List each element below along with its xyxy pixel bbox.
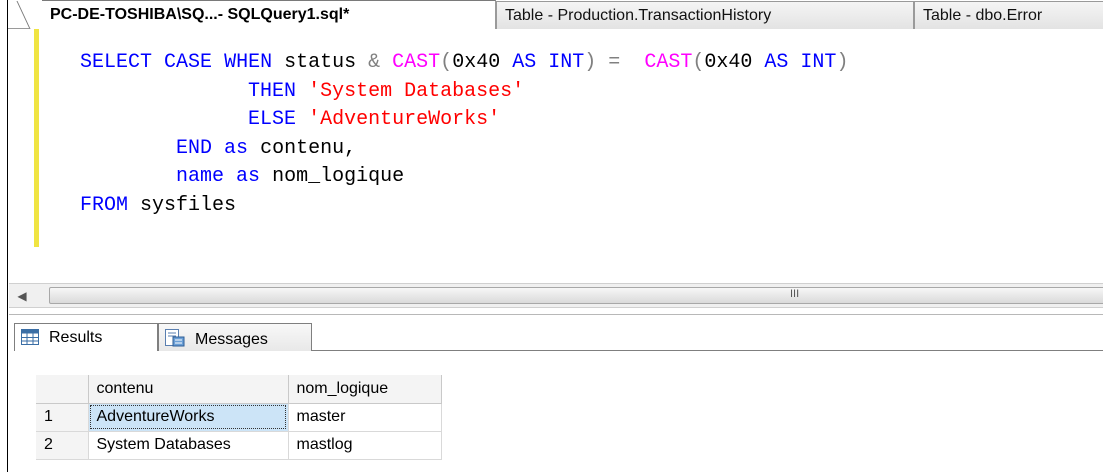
code-line-6: FROM sysfiles <box>80 194 236 217</box>
keyword: name <box>176 165 225 188</box>
code-line-1: SELECT CASE WHEN status & CAST(0x40 AS I… <box>80 51 848 74</box>
code-line-2: THEN 'System Databases' <box>80 80 524 103</box>
identifier: contenu, <box>260 136 357 160</box>
column-header-contenu[interactable]: contenu <box>88 375 289 404</box>
operator: & <box>368 51 381 74</box>
tab-messages[interactable]: Messages <box>158 323 312 351</box>
window-left-border <box>0 0 8 472</box>
change-tracking-bar <box>34 29 39 247</box>
function: CAST <box>392 51 441 74</box>
code-line-4: END as contenu, <box>80 137 356 160</box>
keyword: ELSE <box>248 108 297 131</box>
operator: ) <box>584 51 597 74</box>
literal: 0x40 <box>452 51 501 74</box>
messages-icon <box>165 329 185 352</box>
tab-label: PC-DE-TOSHIBA\SQ...- SQLQuery1.sql* <box>50 6 350 23</box>
result-tabs-divider <box>312 350 1103 351</box>
cell-contenu[interactable]: System Databases <box>88 431 289 460</box>
tab-sqlquery1[interactable]: PC-DE-TOSHIBA\SQ...- SQLQuery1.sql* <box>42 0 496 29</box>
messages-label: Messages <box>195 331 268 348</box>
row-number[interactable]: 1 <box>36 403 89 432</box>
tab-transaction-history[interactable]: Table - Production.TransactionHistory <box>496 1 914 29</box>
string: 'System Databases' <box>308 79 525 103</box>
tab-label: Table - Production.TransactionHistory <box>505 7 772 24</box>
identifier: status <box>284 51 357 74</box>
keyword: as <box>236 165 261 188</box>
cell-nom-logique[interactable]: master <box>288 403 442 432</box>
string: 'AdventureWorks' <box>308 108 501 131</box>
table-row: 2 System Databases mastlog <box>36 431 442 460</box>
identifier: nom_logique <box>272 165 405 188</box>
keyword: INT <box>548 51 585 74</box>
keyword: FROM <box>80 193 129 217</box>
operator: ) <box>836 51 849 74</box>
sql-code[interactable]: SELECT CASE WHEN status & CAST(0x40 AS I… <box>80 49 848 220</box>
keyword: CASE <box>164 51 213 74</box>
keyword: WHEN <box>224 51 273 74</box>
keyword: THEN <box>248 79 297 103</box>
identifier: sysfiles <box>140 193 237 217</box>
table-row: 1 AdventureWorks master <box>36 403 442 432</box>
scroll-thumb[interactable]: III <box>49 287 1103 304</box>
cell-contenu[interactable]: AdventureWorks <box>88 403 289 432</box>
keyword: AS <box>764 51 789 74</box>
tab-results[interactable]: Results <box>14 323 158 351</box>
operator: ( <box>692 51 705 74</box>
cell-nom-logique[interactable]: mastlog <box>288 431 442 460</box>
results-grid: contenu nom_logique 1 AdventureWorks mas… <box>36 375 442 460</box>
keyword: SELECT <box>80 51 153 74</box>
grid-icon <box>21 329 39 350</box>
code-line-5: name as nom_logique <box>80 165 404 188</box>
row-number-header[interactable] <box>36 375 89 404</box>
document-tab-strip: PC-DE-TOSHIBA\SQ...- SQLQuery1.sql* Tabl… <box>8 0 1103 29</box>
function: CAST <box>644 51 693 74</box>
column-header-nom-logique[interactable]: nom_logique <box>288 375 442 404</box>
results-label: Results <box>49 329 103 346</box>
tab-dbo-error[interactable]: Table - dbo.Error <box>914 1 1103 29</box>
keyword: as <box>224 136 249 160</box>
keyword: END <box>176 136 213 160</box>
scroll-left-arrow-icon[interactable]: ◀ <box>11 286 33 306</box>
code-line-3: ELSE 'AdventureWorks' <box>80 108 500 131</box>
horizontal-scrollbar[interactable]: ◀ III <box>9 283 1103 308</box>
operator: = <box>608 51 621 74</box>
tab-label: Table - dbo.Error <box>923 7 1043 24</box>
keyword: INT <box>800 51 837 74</box>
grip-icon: III <box>790 288 800 300</box>
operator: ( <box>440 51 453 74</box>
grid-header-row: contenu nom_logique <box>36 375 442 404</box>
literal: 0x40 <box>704 51 753 74</box>
row-number[interactable]: 2 <box>36 431 89 460</box>
ssms-window: PC-DE-TOSHIBA\SQ...- SQLQuery1.sql* Tabl… <box>0 0 1103 473</box>
keyword: AS <box>512 51 537 74</box>
